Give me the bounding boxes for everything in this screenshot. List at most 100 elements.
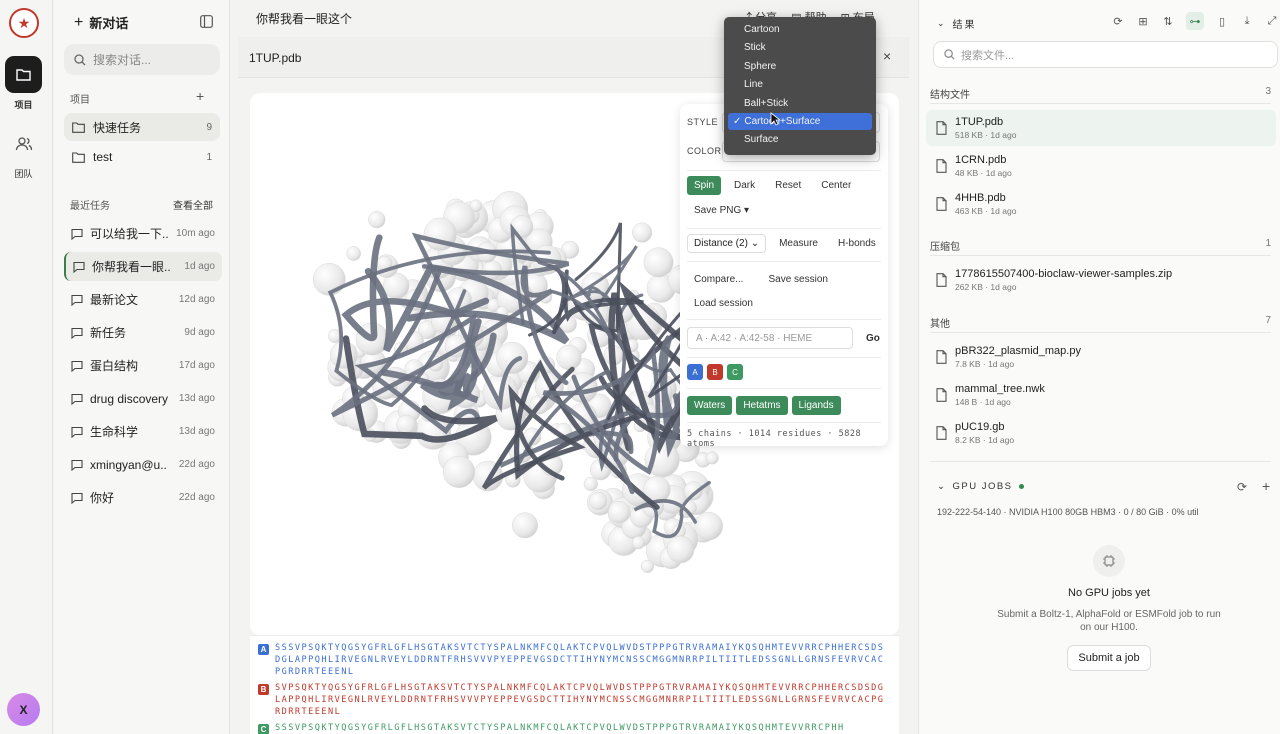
style-option-label: Surface [744, 134, 779, 146]
task-item[interactable]: 生命科学 13d ago [64, 417, 222, 446]
reset-button[interactable]: Reset [768, 176, 808, 195]
task-title: 最新论文 [90, 293, 139, 307]
gpu-status-line: 192-222-54-140 · NVIDIA H100 80GB HBM3 ·… [937, 507, 1199, 517]
file-item[interactable]: 1CRN.pdb 48 KB · 1d ago [926, 148, 1276, 184]
document-icon [936, 350, 947, 364]
add-project-icon[interactable]: + [196, 88, 204, 104]
task-item[interactable]: 你帮我看一眼... 1d ago [64, 252, 222, 281]
user-avatar[interactable]: X [7, 693, 40, 726]
ligands-toggle[interactable]: Ligands [791, 396, 841, 415]
users-icon [15, 136, 32, 150]
collapse-sidebar-icon[interactable] [200, 15, 213, 31]
task-item[interactable]: 你好 22d ago [64, 483, 222, 512]
style-option[interactable]: Stick [728, 39, 872, 56]
conversation-search-input[interactable]: 搜索对话... [64, 44, 220, 75]
task-item[interactable]: 最新论文 12d ago [64, 285, 222, 314]
file-group-header[interactable]: 压缩包 1 [930, 238, 1271, 253]
search-icon [944, 49, 955, 60]
new-chat-button[interactable]: + 新对话 [74, 13, 128, 32]
download-icon[interactable]: ⤓ [1240, 14, 1254, 28]
waters-toggle[interactable]: Waters [687, 396, 733, 415]
file-item[interactable]: mammal_tree.nwk 148 B · 1d ago [926, 377, 1276, 413]
view-all-link[interactable]: 查看全部 [173, 197, 213, 212]
go-button[interactable]: Go [859, 329, 887, 348]
add-gpu-job-icon[interactable]: + [1262, 478, 1270, 494]
task-title: 生命科学 [90, 425, 139, 439]
file-item[interactable]: 1778615507400-bioclaw-viewer-samples.zip… [926, 262, 1276, 298]
style-option[interactable]: ✓ Cartoon+Surface [728, 113, 872, 130]
expand-icon[interactable]: ⤢ [1265, 14, 1279, 28]
check-icon: ✓ [733, 116, 742, 127]
project-item[interactable]: 快速任务 9 [64, 113, 220, 141]
sequence-panel: A SSSVPSQKTYQGSYGFRLGFLHSGTAKSVTCTYSPALNK… [250, 635, 899, 734]
submit-job-button[interactable]: Submit a job [1067, 645, 1151, 671]
spin-button[interactable]: Spin [687, 176, 722, 195]
file-item[interactable]: 1TUP.pdb 518 KB · 1d ago [926, 110, 1276, 146]
project-count: 9 [206, 121, 212, 133]
document-icon [936, 273, 947, 287]
chain-toggle[interactable]: B [707, 364, 723, 380]
style-option[interactable]: Surface [728, 131, 872, 148]
file-group-label: 结构文件 [930, 90, 970, 101]
task-item[interactable]: 蛋白结构 17d ago [64, 351, 222, 380]
task-title: xmingyan@u... [90, 457, 168, 472]
chain-toggle[interactable]: C [727, 364, 743, 380]
task-item[interactable]: 可以给我一下... 10m ago [64, 219, 222, 248]
chain-toggle[interactable]: A [687, 364, 703, 380]
new-chat-label: 新对话 [89, 16, 129, 31]
distance-select[interactable]: Distance (2) ⌄ [687, 234, 767, 253]
open-file-name: 1TUP.pdb [249, 51, 302, 65]
measure-button[interactable]: Measure [772, 234, 825, 253]
load-session-button[interactable]: Load session [687, 294, 760, 313]
results-header[interactable]: ⌄ 结果 [937, 16, 977, 31]
style-option[interactable]: Cartoon [728, 21, 872, 38]
save-png-button[interactable]: Save PNG ▾ [687, 201, 756, 220]
chain-label[interactable]: C [258, 724, 269, 734]
file-group-header[interactable]: 其他 7 [930, 315, 1271, 330]
tree-view-icon[interactable]: ⊶ [1186, 12, 1204, 30]
style-option[interactable]: Line [728, 76, 872, 93]
chain-label[interactable]: A [258, 644, 269, 655]
close-viewer-icon[interactable]: × [883, 48, 891, 64]
document-icon [936, 197, 947, 211]
sequence-text[interactable]: SVPSQKTYQGSYGFRLGFLHSGTAKSVTCTYSPALNKMFC… [275, 682, 887, 718]
style-option[interactable]: Sphere [728, 58, 872, 75]
hetatms-toggle[interactable]: Hetatms [736, 396, 788, 415]
file-item[interactable]: pBR322_plasmid_map.py 7.8 KB · 1d ago [926, 339, 1276, 375]
task-item[interactable]: xmingyan@u... 22d ago [64, 450, 222, 479]
team-nav-button[interactable] [5, 125, 42, 162]
gpu-online-indicator [1018, 484, 1024, 489]
chat-bubble-icon [71, 294, 83, 306]
file-item[interactable]: 4HHB.pdb 463 KB · 1d ago [926, 186, 1276, 222]
sequence-text[interactable]: SSSVPSQKTYQGSYGFRLGFLHSGTAKSVTCTYSPALNKM… [275, 642, 887, 678]
sequence-text[interactable]: SSSVPSQKTYQGSYGFRLGFLHSGTAKSVTCTYSPALNKM… [275, 722, 887, 734]
residue-selection-input[interactable]: A · A:42 · A:42-58 · HEME [687, 327, 853, 349]
grid-view-icon[interactable]: ⊞ [1136, 14, 1150, 28]
file-group-count: 7 [1265, 315, 1271, 326]
sort-icon[interactable]: ⇅ [1161, 14, 1175, 28]
file-name: 1778615507400-bioclaw-viewer-samples.zip [955, 268, 1173, 280]
task-item[interactable]: drug discovery 13d ago [64, 384, 222, 413]
dark-button[interactable]: Dark [727, 176, 762, 195]
gpu-jobs-header[interactable]: ⌄ GPU JOBS [937, 481, 1024, 492]
project-count: 1 [206, 151, 212, 163]
task-age: 22d ago [178, 459, 215, 470]
project-item[interactable]: test 1 [64, 143, 220, 171]
file-name: mammal_tree.nwk [955, 383, 1045, 395]
refresh-icon[interactable]: ⟳ [1111, 14, 1125, 28]
file-group-header[interactable]: 结构文件 3 [930, 86, 1271, 101]
style-option[interactable]: Ball+Stick [728, 95, 872, 112]
center-button[interactable]: Center [814, 176, 858, 195]
app-logo[interactable]: ★ [9, 8, 39, 38]
document-icon [936, 159, 947, 173]
save-session-button[interactable]: Save session [761, 270, 834, 289]
refresh-gpu-icon[interactable]: ⟳ [1237, 480, 1247, 494]
projects-nav-button[interactable] [5, 56, 42, 93]
file-search-input[interactable]: 搜索文件... [933, 41, 1278, 68]
file-icon[interactable]: ▯ [1215, 14, 1229, 28]
task-item[interactable]: 新任务 9d ago [64, 318, 222, 347]
hbonds-button[interactable]: H-bonds [831, 234, 883, 253]
compare-button[interactable]: Compare... [687, 270, 750, 289]
chain-label[interactable]: B [258, 684, 269, 695]
file-item[interactable]: pUC19.gb 8.2 KB · 1d ago [926, 415, 1276, 451]
